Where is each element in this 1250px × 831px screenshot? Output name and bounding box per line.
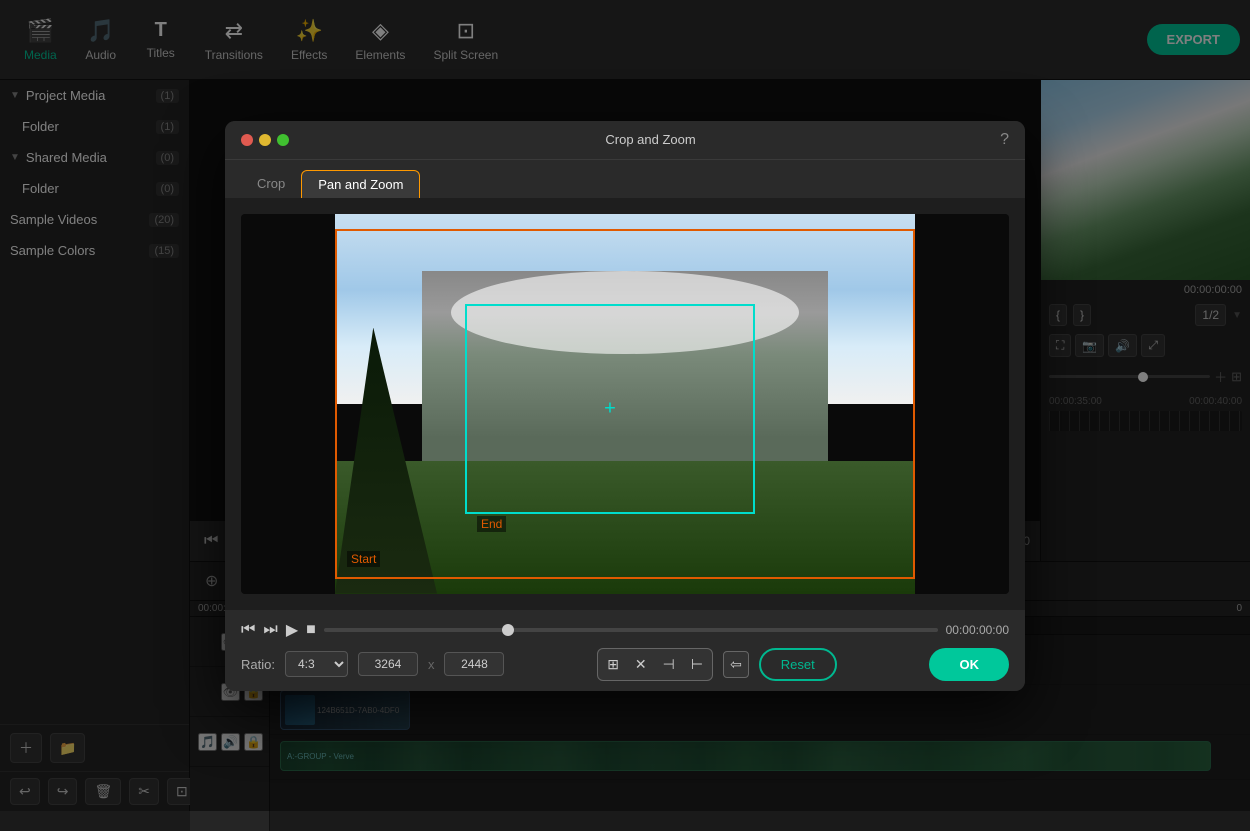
modal-tab-crop[interactable]: Crop xyxy=(241,170,301,198)
modal-progress-thumb xyxy=(502,624,514,636)
modal-play-btn[interactable]: ▶ xyxy=(286,620,298,640)
height-input[interactable] xyxy=(444,652,504,676)
mountains xyxy=(335,271,915,480)
modal-maximize-btn[interactable] xyxy=(277,134,289,146)
align-x-btn[interactable]: ✕ xyxy=(629,652,653,677)
dimension-x: x xyxy=(428,657,435,672)
modal-overlay: Crop and Zoom ? Crop Pan and Zoom xyxy=(0,0,1250,811)
modal-traffic-lights xyxy=(241,134,289,146)
crop-tab-label: Crop xyxy=(257,176,285,191)
crop-zoom-modal: Crop and Zoom ? Crop Pan and Zoom xyxy=(225,121,1025,691)
modal-progress-bar[interactable] xyxy=(324,628,938,632)
swap-btn[interactable]: ⇦ xyxy=(723,651,749,678)
modal-video-area: Start + End xyxy=(241,214,1009,594)
modal-frame-prev-btn[interactable]: ⏭ xyxy=(263,621,277,639)
align-right-btn[interactable]: ⊢ xyxy=(685,652,709,677)
modal-title: Crop and Zoom xyxy=(301,132,1000,147)
modal-minimize-btn[interactable] xyxy=(259,134,271,146)
align-buttons: ⊞ ✕ ⊣ ⊢ xyxy=(597,648,713,681)
modal-help-btn[interactable]: ? xyxy=(1000,131,1009,149)
modal-content: Start + End xyxy=(225,198,1025,610)
modal-tab-pan-zoom[interactable]: Pan and Zoom xyxy=(301,170,420,198)
mountain-scene: Start + End xyxy=(335,214,915,594)
modal-stop-btn[interactable]: ■ xyxy=(306,621,316,639)
ratio-label: Ratio: xyxy=(241,657,275,672)
modal-tabs: Crop Pan and Zoom xyxy=(225,160,1025,198)
modal-prev-btn[interactable]: ⏮ xyxy=(241,621,255,639)
modal-timecode: 00:00:00:00 xyxy=(946,623,1009,637)
ok-button[interactable]: OK xyxy=(929,648,1009,681)
width-input[interactable] xyxy=(358,652,418,676)
pan-zoom-tab-label: Pan and Zoom xyxy=(318,177,403,192)
ratio-select[interactable]: 4:3 16:9 1:1 Free xyxy=(285,651,348,677)
modal-close-btn[interactable] xyxy=(241,134,253,146)
modal-playbar: ⏮ ⏭ ▶ ■ 00:00:00:00 xyxy=(241,620,1009,640)
align-left-btn[interactable]: ⊣ xyxy=(657,652,681,677)
reset-button[interactable]: Reset xyxy=(759,648,837,681)
modal-controls: ⏮ ⏭ ▶ ■ 00:00:00:00 Ratio: 4:3 16:9 1:1 … xyxy=(225,610,1025,691)
modal-titlebar: Crop and Zoom ? xyxy=(225,121,1025,160)
modal-options: Ratio: 4:3 16:9 1:1 Free x ⊞ ✕ ⊣ ⊢ xyxy=(241,648,1009,681)
align-center-btn[interactable]: ⊞ xyxy=(601,652,625,677)
